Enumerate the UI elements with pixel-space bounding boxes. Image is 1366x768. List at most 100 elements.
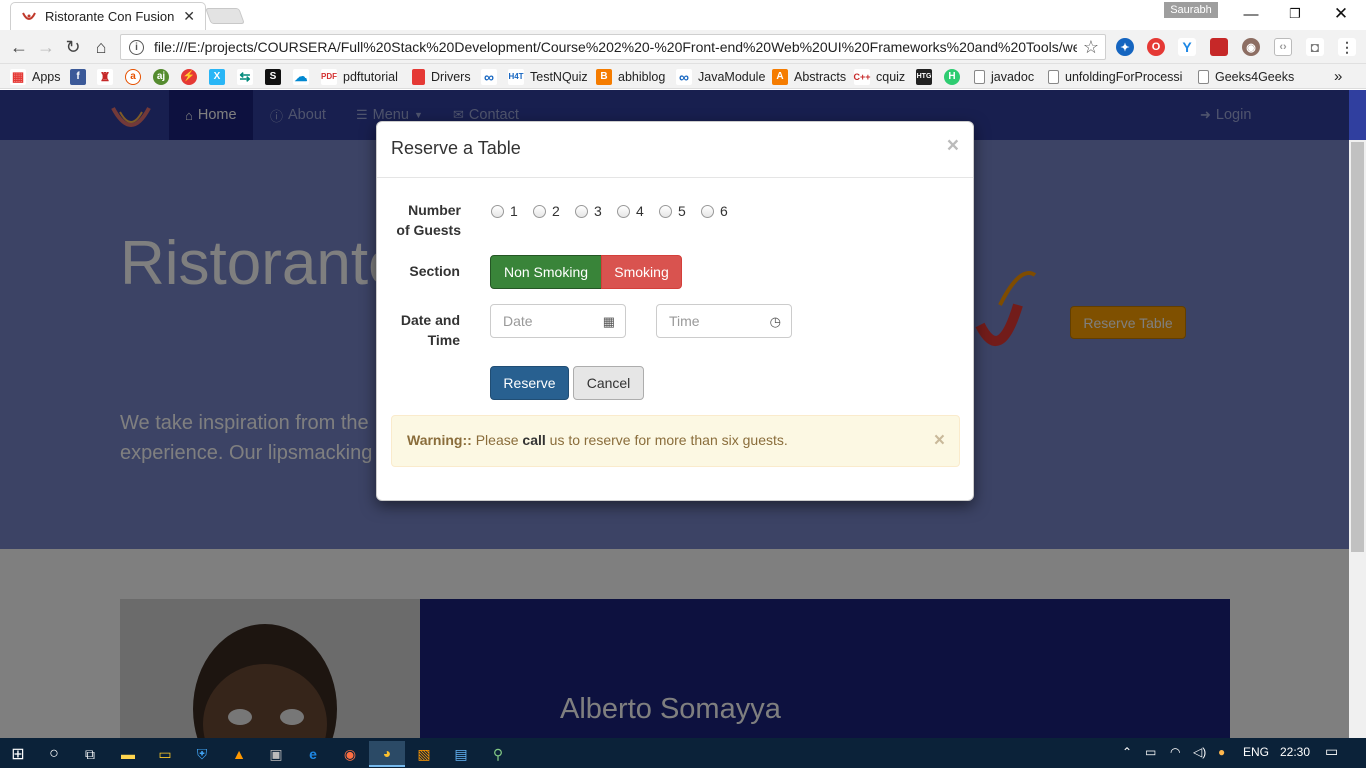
taskbar-window-icon[interactable]: ▤: [443, 741, 479, 767]
bookmark-6[interactable]: X: [209, 67, 231, 86]
link-icon: ∞: [481, 68, 497, 85]
bookmark-testnquiz[interactable]: H4T TestNQuiz: [508, 67, 588, 86]
new-tab-button[interactable]: [205, 8, 245, 24]
scrollbar-thumb[interactable]: [1351, 142, 1364, 552]
bookmark-7[interactable]: ⇆: [237, 67, 259, 86]
non-smoking-button[interactable]: Non Smoking: [490, 255, 602, 289]
edge-icon[interactable]: e: [295, 741, 331, 767]
address-bar[interactable]: i file:///E:/projects/COURSERA/Full%20St…: [120, 34, 1106, 60]
guest-radio-4[interactable]: 4: [617, 203, 644, 219]
bookmark-3[interactable]: a: [125, 67, 147, 86]
volume-icon[interactable]: ◁): [1193, 745, 1206, 759]
cortana-icon[interactable]: ○: [36, 741, 72, 767]
windows-start-icon[interactable]: ⊞: [0, 741, 36, 767]
file-explorer-icon[interactable]: ▭: [147, 741, 183, 767]
vpn-extension-icon[interactable]: Y: [1178, 38, 1196, 56]
calendar-icon[interactable]: ▦: [603, 314, 615, 330]
alert-close-icon[interactable]: ×: [934, 430, 945, 452]
bookmark-abstracts[interactable]: A Abstracts: [772, 67, 846, 86]
defender-icon[interactable]: ⛨: [184, 741, 220, 767]
bookmark-9[interactable]: ☁: [293, 67, 315, 86]
bookmark-5[interactable]: ⚡: [181, 67, 203, 86]
radio-circle-icon[interactable]: [575, 204, 588, 218]
sublime-icon[interactable]: ▧: [406, 741, 442, 767]
firefox-icon[interactable]: ◉: [332, 741, 368, 767]
bookmark-4[interactable]: aj: [153, 67, 175, 86]
clock-icon[interactable]: ◷: [770, 314, 781, 330]
profile-badge[interactable]: Saurabh: [1164, 2, 1218, 18]
bookmark-cquiz[interactable]: C++ cquiz: [854, 67, 905, 86]
battery-icon[interactable]: ▭: [1145, 745, 1156, 759]
back-icon[interactable]: ←: [8, 36, 30, 58]
taskbar-app-icon[interactable]: ▣: [258, 741, 294, 767]
page-icon: [974, 69, 985, 84]
sticky-notes-icon[interactable]: ▬: [110, 741, 146, 767]
url-text[interactable]: file:///E:/projects/COURSERA/Full%20Stac…: [154, 39, 1077, 55]
home-icon[interactable]: ⌂: [90, 36, 112, 58]
taskbar-tool-icon[interactable]: ⚲: [480, 741, 516, 767]
radio-circle-icon[interactable]: [533, 204, 546, 218]
cpp-icon: C++: [854, 68, 871, 85]
close-window-icon[interactable]: ✕: [1318, 0, 1364, 28]
bookmark-8[interactable]: S: [265, 67, 287, 86]
h4t-icon: H4T: [508, 68, 524, 85]
pdf-extension-icon[interactable]: [1210, 38, 1228, 56]
bookmark-javamodule[interactable]: ∞ JavaModule: [676, 67, 765, 86]
facebook-bookmark[interactable]: f: [70, 67, 92, 86]
bookmark-star-icon[interactable]: ☆: [1083, 37, 1099, 58]
radio-circle-icon[interactable]: [491, 204, 504, 218]
code-extension-icon[interactable]: ‹›: [1274, 38, 1292, 56]
guest-radio-1[interactable]: 1: [491, 203, 518, 219]
info-icon[interactable]: i: [129, 39, 144, 55]
bookmarks-overflow[interactable]: »: [1334, 67, 1342, 86]
task-view-icon[interactable]: ⧉: [72, 741, 108, 767]
bookmark-h[interactable]: H: [944, 67, 966, 86]
radio-circle-icon[interactable]: [701, 204, 714, 218]
reserve-button[interactable]: Reserve: [490, 366, 569, 400]
a-logo-icon: A: [772, 68, 788, 85]
weather-icon[interactable]: ●: [1218, 745, 1225, 759]
bookmark-drivers[interactable]: Drivers: [412, 67, 471, 86]
guest-radio-6[interactable]: 6: [701, 203, 728, 219]
smoking-button[interactable]: Smoking: [601, 255, 682, 289]
page-icon: [1048, 69, 1059, 84]
bookmark-apps[interactable]: ▦ Apps: [10, 67, 61, 86]
time-input[interactable]: Time ◷: [656, 304, 792, 338]
reload-icon[interactable]: ↻: [62, 36, 84, 58]
camera-extension-icon[interactable]: ◘: [1306, 38, 1324, 56]
menu-kebab-icon[interactable]: ⋮: [1338, 38, 1356, 56]
bookmark-abhiblog[interactable]: Babhiblog: [596, 67, 665, 86]
bookmark-unfolding[interactable]: unfoldingForProcessin: [1048, 67, 1183, 86]
guest-radio-3[interactable]: 3: [575, 203, 602, 219]
wifi-icon[interactable]: ◠: [1170, 745, 1180, 759]
bookmark-link[interactable]: ∞: [481, 67, 503, 86]
bookmark-pdftutorial[interactable]: PDF pdftutorial: [321, 67, 398, 86]
bookmark-htg[interactable]: HTG: [916, 67, 938, 86]
opera-extension-icon[interactable]: O: [1147, 38, 1165, 56]
cancel-button[interactable]: Cancel: [573, 366, 644, 400]
forward-icon[interactable]: →: [35, 36, 57, 58]
bookmark-2[interactable]: ♜: [97, 67, 119, 86]
radio-circle-icon[interactable]: [659, 204, 672, 218]
language-indicator[interactable]: ENG: [1243, 745, 1269, 759]
owl-extension-icon[interactable]: ◉: [1242, 38, 1260, 56]
chrome-icon[interactable]: ◕: [369, 741, 405, 767]
date-input[interactable]: Date ▦: [490, 304, 626, 338]
vlc-icon[interactable]: ▲: [221, 741, 257, 767]
web-page: ⌂Home ⓘAbout ☰Menu▼ ✉Contact ➜Login Rist…: [0, 90, 1366, 738]
tray-chevron-icon[interactable]: ⌃: [1122, 745, 1132, 759]
guest-radio-2[interactable]: 2: [533, 203, 560, 219]
bookmark-geeks4geeks[interactable]: Geeks4Geeks: [1198, 67, 1294, 86]
close-tab-icon[interactable]: ✕: [183, 8, 195, 25]
browser-tab[interactable]: Ristorante Con Fusion ✕: [10, 2, 206, 30]
guest-radio-5[interactable]: 5: [659, 203, 686, 219]
notification-icon[interactable]: ▭: [1325, 743, 1338, 760]
clock[interactable]: 22:30: [1280, 745, 1310, 759]
radio-circle-icon[interactable]: [617, 204, 630, 218]
facebook-icon: f: [70, 68, 86, 85]
restore-icon[interactable]: ❐: [1272, 0, 1318, 28]
modal-close-icon[interactable]: ×: [947, 134, 959, 158]
extension-icon[interactable]: ✦: [1116, 38, 1134, 56]
minimize-icon[interactable]: —: [1228, 0, 1274, 28]
bookmark-javadoc[interactable]: javadoc: [974, 67, 1034, 86]
